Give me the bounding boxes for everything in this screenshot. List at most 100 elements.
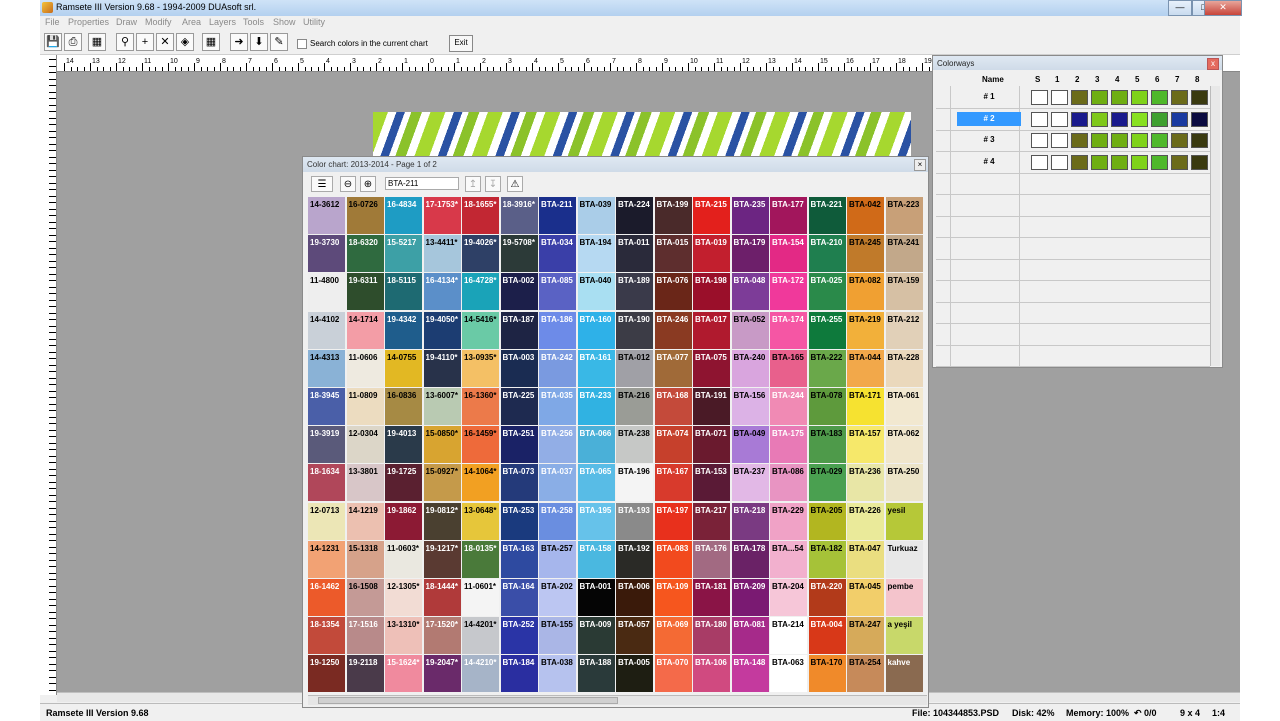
color-swatch[interactable]: BTA-157 bbox=[847, 426, 884, 464]
color-swatch[interactable]: BTA-197 bbox=[654, 502, 692, 540]
color-swatch[interactable]: BTA-195 bbox=[577, 502, 615, 540]
color-swatch[interactable]: 11-0603* bbox=[385, 540, 422, 578]
color-swatch[interactable]: BTA-224 bbox=[616, 197, 653, 234]
color-swatch[interactable]: 19-6311 bbox=[346, 273, 384, 311]
color-swatch[interactable]: BTA-038 bbox=[539, 655, 576, 693]
color-swatch[interactable]: BTA-154 bbox=[770, 235, 807, 273]
color-swatch[interactable]: BTA-075 bbox=[693, 349, 730, 387]
color-swatch[interactable]: 18-5115 bbox=[385, 273, 422, 311]
colorway-row[interactable]: # 1 bbox=[936, 87, 1210, 109]
color-swatch[interactable]: BTA-255 bbox=[808, 311, 846, 349]
colorway-name[interactable]: # 2 bbox=[957, 111, 1021, 126]
colorway-row[interactable] bbox=[936, 259, 1210, 281]
color-swatch[interactable]: 14-4102 bbox=[308, 311, 345, 349]
colorway-color-cell[interactable] bbox=[1071, 111, 1088, 127]
color-swatch[interactable]: BTA-253 bbox=[500, 502, 538, 540]
color-swatch[interactable]: BTA-163 bbox=[500, 540, 538, 578]
color-swatch[interactable]: 15-1318 bbox=[346, 540, 384, 578]
colorway-color-cell[interactable] bbox=[1071, 133, 1088, 148]
color-swatch[interactable]: BTA-186 bbox=[539, 311, 576, 349]
colorway-row[interactable] bbox=[936, 195, 1210, 217]
color-swatch[interactable]: BTA-077 bbox=[654, 349, 692, 387]
color-swatch[interactable]: BTA-061 bbox=[885, 388, 923, 425]
colorway-row[interactable]: # 2 bbox=[936, 109, 1210, 131]
color-swatch[interactable]: 19-4342 bbox=[385, 311, 422, 349]
colorway-color-cell[interactable] bbox=[1151, 111, 1168, 127]
colorway-row[interactable]: # 4 bbox=[936, 152, 1210, 174]
color-swatch[interactable]: 14-1231 bbox=[308, 540, 345, 578]
color-swatch[interactable]: 18-1655* bbox=[462, 197, 499, 234]
color-swatch[interactable]: BTA-254 bbox=[847, 655, 884, 693]
colorway-color-cell[interactable] bbox=[1171, 154, 1188, 170]
color-swatch[interactable]: BTA-074 bbox=[654, 426, 692, 464]
brush-icon[interactable]: ✎ bbox=[270, 33, 288, 51]
color-swatch[interactable]: 15-5217 bbox=[385, 235, 422, 273]
colorways-scrollbar[interactable] bbox=[1210, 86, 1220, 366]
colorway-row[interactable] bbox=[936, 173, 1210, 195]
color-swatch[interactable]: 19-2047* bbox=[423, 655, 461, 693]
color-swatch[interactable]: BTA-066 bbox=[577, 426, 615, 464]
colorway-row[interactable] bbox=[936, 238, 1210, 260]
color-swatch[interactable]: 12-0713 bbox=[308, 502, 345, 540]
color-swatch[interactable]: BTA-017 bbox=[693, 311, 730, 349]
color-swatch[interactable]: BTA-035 bbox=[539, 388, 576, 425]
exit-button[interactable]: Exit bbox=[449, 35, 473, 52]
export-down-icon[interactable]: ↧ bbox=[485, 176, 501, 192]
color-swatch[interactable]: BTA-214 bbox=[770, 617, 807, 655]
colorway-color-cell[interactable] bbox=[1091, 90, 1108, 105]
color-swatch[interactable]: BTA-160 bbox=[577, 311, 615, 349]
colorway-color-cell[interactable] bbox=[1151, 90, 1168, 105]
color-swatch[interactable]: BTA-168 bbox=[654, 388, 692, 425]
colorway-color-cell[interactable] bbox=[1031, 133, 1048, 148]
color-swatch[interactable]: BTA-235 bbox=[731, 197, 769, 234]
color-swatch[interactable]: BTA-019 bbox=[693, 235, 730, 273]
color-swatch[interactable]: BTA-078 bbox=[808, 388, 846, 425]
color-swatch[interactable]: 18-1354 bbox=[308, 617, 345, 655]
minimize-button[interactable]: — bbox=[1168, 0, 1192, 16]
color-swatch[interactable]: BTA-236 bbox=[847, 464, 884, 502]
colorway-color-cell[interactable] bbox=[1191, 111, 1208, 127]
color-swatch[interactable]: BTA-002 bbox=[500, 273, 538, 311]
color-swatch[interactable]: BTA-210 bbox=[808, 235, 846, 273]
color-swatch[interactable]: BTA-229 bbox=[770, 502, 807, 540]
color-swatch[interactable]: 19-4026* bbox=[462, 235, 499, 273]
color-swatch[interactable]: BTA-192 bbox=[616, 540, 653, 578]
color-swatch[interactable]: BTA-221 bbox=[808, 197, 846, 234]
color-swatch[interactable]: pembe bbox=[885, 579, 923, 616]
color-swatch[interactable]: BTA-226 bbox=[847, 502, 884, 540]
color-swatch[interactable]: BTA-184 bbox=[500, 655, 538, 693]
color-swatch[interactable]: 12-1305* bbox=[385, 579, 422, 616]
color-swatch[interactable]: BTA-062 bbox=[885, 426, 923, 464]
color-swatch[interactable]: kahve bbox=[885, 655, 923, 693]
color-swatch[interactable]: BTA-176 bbox=[693, 540, 730, 578]
colorway-row[interactable]: # 3 bbox=[936, 130, 1210, 152]
color-swatch[interactable]: 13-4411* bbox=[423, 235, 461, 273]
color-swatch[interactable]: BTA-073 bbox=[500, 464, 538, 502]
colorway-color-cell[interactable] bbox=[1031, 154, 1048, 170]
color-swatch[interactable]: BTA-153 bbox=[693, 464, 730, 502]
color-swatch[interactable]: BTA-246 bbox=[654, 311, 692, 349]
list-menu-icon[interactable]: ☰ bbox=[311, 176, 333, 192]
color-swatch[interactable]: BTA-155 bbox=[539, 617, 576, 655]
color-swatch[interactable]: BTA-196 bbox=[616, 464, 653, 502]
colorway-color-cell[interactable] bbox=[1091, 111, 1108, 127]
color-swatch[interactable]: 16-4728* bbox=[462, 273, 499, 311]
color-swatch[interactable]: 19-4013 bbox=[385, 426, 422, 464]
color-swatch[interactable]: BTA-198 bbox=[693, 273, 730, 311]
print-icon[interactable]: ⎙ bbox=[64, 33, 82, 51]
color-swatch[interactable]: BTA-240 bbox=[731, 349, 769, 387]
menu-tools[interactable]: Tools bbox=[243, 17, 264, 27]
menu-show[interactable]: Show bbox=[273, 17, 296, 27]
colorway-color-cell[interactable] bbox=[1031, 111, 1048, 127]
colorway-color-cell[interactable] bbox=[1051, 133, 1068, 148]
menu-layers[interactable]: Layers bbox=[209, 17, 236, 27]
color-swatch[interactable]: BTA-109 bbox=[654, 579, 692, 616]
color-swatch[interactable]: 15-1624* bbox=[385, 655, 422, 693]
color-swatch[interactable]: 16-0726 bbox=[346, 197, 384, 234]
color-swatch[interactable]: BTA-212 bbox=[885, 311, 923, 349]
color-swatch[interactable]: BTA-216 bbox=[616, 388, 653, 425]
color-swatch[interactable]: BTA-170 bbox=[808, 655, 846, 693]
color-swatch[interactable]: BTA-217 bbox=[693, 502, 730, 540]
title-bar[interactable]: Ramsete III Version 9.68 - 1994-2009 DUA… bbox=[40, 0, 1242, 17]
color-swatch[interactable]: BTA-156 bbox=[731, 388, 769, 425]
